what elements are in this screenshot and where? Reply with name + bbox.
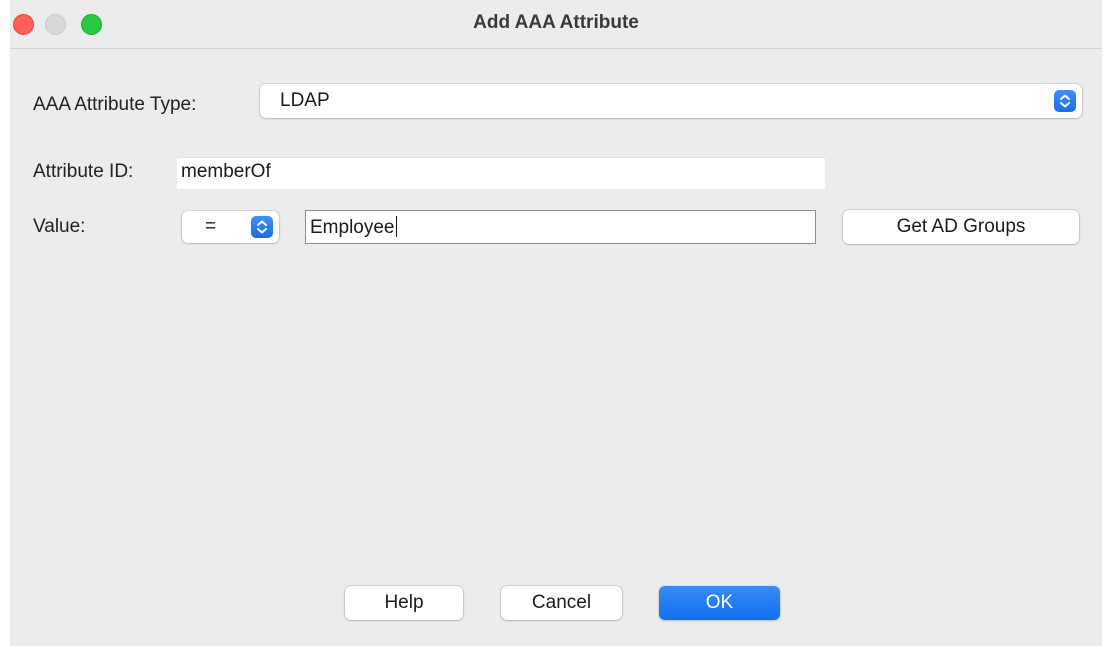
- value-input-value: Employee: [310, 217, 395, 238]
- help-button[interactable]: Help: [345, 586, 463, 620]
- cancel-button[interactable]: Cancel: [501, 586, 622, 620]
- attribute-type-label: AAA Attribute Type:: [33, 94, 197, 115]
- attribute-type-select[interactable]: LDAP: [260, 84, 1082, 118]
- title-bar: Add AAA Attribute: [10, 0, 1102, 49]
- dialog-title: Add AAA Attribute: [473, 12, 639, 33]
- get-ad-groups-button[interactable]: Get AD Groups: [843, 210, 1079, 244]
- attribute-id-value: memberOf: [181, 161, 271, 182]
- attribute-type-selected: LDAP: [280, 90, 330, 111]
- value-input-text: Employee: [310, 216, 397, 239]
- operator-select[interactable]: =: [182, 211, 279, 243]
- attribute-id-input[interactable]: memberOf: [177, 157, 825, 189]
- value-label: Value:: [33, 216, 86, 237]
- value-input[interactable]: Employee: [305, 210, 816, 244]
- dialog-window: Add AAA Attribute AAA Attribute Type: LD…: [10, 0, 1102, 646]
- up-down-chevron-icon: [1054, 90, 1076, 112]
- up-down-chevron-icon: [251, 216, 273, 238]
- operator-selected: =: [205, 216, 217, 237]
- attribute-id-label: Attribute ID:: [33, 161, 134, 182]
- text-caret: [395, 216, 397, 237]
- ok-button[interactable]: OK: [659, 586, 780, 620]
